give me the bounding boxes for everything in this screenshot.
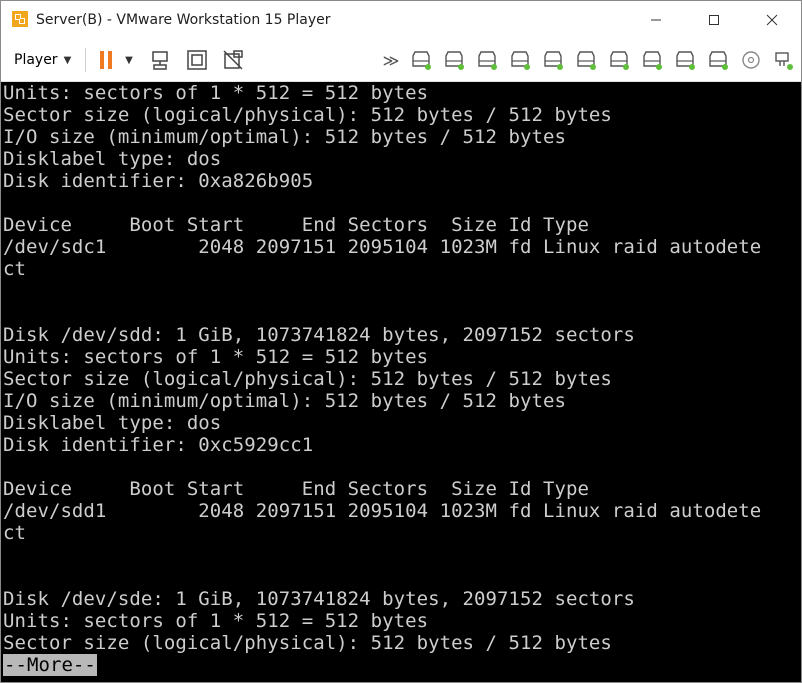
console-line: Units: sectors of 1 * 512 = 512 bytes	[3, 82, 429, 104]
title-bar[interactable]: Server(B) - VMware Workstation 15 Player	[1, 1, 801, 39]
vmware-player-window: Server(B) - VMware Workstation 15 Player…	[0, 0, 802, 683]
minimize-button[interactable]	[633, 1, 679, 39]
close-button[interactable]	[749, 1, 795, 39]
device-hdd-8[interactable]	[640, 48, 664, 72]
hdd-icon	[676, 51, 695, 70]
toolbar-divider	[85, 48, 86, 72]
vm-console[interactable]: Units: sectors of 1 * 512 = 512 bytes Se…	[1, 82, 801, 682]
device-hdd-2[interactable]	[442, 48, 466, 72]
device-hdd-9[interactable]	[673, 48, 697, 72]
device-hdd-6[interactable]	[574, 48, 598, 72]
console-line: /dev/sdc1 2048 2097151 2095104 1023M fd …	[3, 236, 762, 258]
unity-button[interactable]	[221, 48, 245, 72]
more-prompt-line: --More--	[3, 654, 97, 676]
device-usb[interactable]	[771, 48, 795, 72]
console-line: /dev/sdd1 2048 2097151 2095104 1023M fd …	[3, 500, 762, 522]
console-line: Device Boot Start End Sectors Size Id Ty…	[3, 478, 589, 500]
pause-button[interactable]	[95, 48, 119, 72]
chevron-down-icon: ▼	[63, 54, 72, 66]
console-line: I/O size (minimum/optimal): 512 bytes / …	[3, 126, 566, 148]
close-icon	[766, 14, 778, 26]
hdd-icon	[445, 51, 464, 70]
device-hdd-7[interactable]	[607, 48, 631, 72]
minimize-icon	[651, 19, 661, 21]
hdd-icon	[478, 51, 497, 70]
maximize-button[interactable]	[691, 1, 737, 39]
device-hdd-10[interactable]	[706, 48, 730, 72]
console-line: I/O size (minimum/optimal): 512 bytes / …	[3, 390, 566, 412]
more-devices-button[interactable]: ≫	[379, 48, 403, 72]
console-line: Disk /dev/sde: 1 GiB, 1073741824 bytes, …	[3, 588, 635, 610]
hdd-icon	[709, 51, 728, 70]
chevron-down-icon: ▼	[125, 54, 133, 66]
console-line: Disklabel type: dos	[3, 148, 222, 170]
more-devices-icon: ≫	[382, 50, 400, 70]
device-hdd-4[interactable]	[508, 48, 532, 72]
hdd-icon	[610, 51, 629, 70]
device-hdd-5[interactable]	[541, 48, 565, 72]
console-line: Device Boot Start End Sectors Size Id Ty…	[3, 214, 589, 236]
device-hdd-3[interactable]	[475, 48, 499, 72]
player-menu-label: Player	[14, 52, 58, 68]
console-line: Sector size (logical/physical): 512 byte…	[3, 632, 612, 654]
console-line: ct	[3, 522, 26, 544]
hdd-icon	[544, 51, 563, 70]
send-ctrl-alt-del-button[interactable]	[149, 48, 173, 72]
maximize-icon	[709, 15, 719, 25]
console-line: Sector size (logical/physical): 512 byte…	[3, 104, 612, 126]
pause-dropdown-button[interactable]: ▼	[121, 48, 137, 72]
hdd-icon	[643, 51, 662, 70]
unity-icon	[223, 50, 243, 70]
cd-icon	[742, 51, 760, 69]
vmware-app-icon	[12, 11, 28, 27]
hdd-icon	[577, 51, 596, 70]
pause-icon	[100, 51, 112, 69]
device-hdd-1[interactable]	[409, 48, 433, 72]
console-line: Units: sectors of 1 * 512 = 512 bytes	[3, 610, 429, 632]
console-line: ct	[3, 258, 26, 280]
more-prompt: --More--	[3, 654, 97, 676]
console-line: Disk identifier: 0xa826b905	[3, 170, 314, 192]
console-line: Disk identifier: 0xc5929cc1	[3, 434, 314, 456]
player-menu-button[interactable]: Player ▼	[8, 48, 77, 72]
console-line: Disk /dev/sdd: 1 GiB, 1073741824 bytes, …	[3, 324, 635, 346]
fit-guest-button[interactable]	[185, 48, 209, 72]
hdd-icon	[412, 51, 431, 70]
window-title: Server(B) - VMware Workstation 15 Player	[36, 12, 331, 28]
console-line: Sector size (logical/physical): 512 byte…	[3, 368, 612, 390]
console-line: Disklabel type: dos	[3, 412, 222, 434]
device-cd[interactable]	[739, 48, 763, 72]
console-line: Units: sectors of 1 * 512 = 512 bytes	[3, 346, 429, 368]
usb-icon	[775, 52, 793, 70]
send-ctrl-alt-del-icon	[152, 51, 168, 70]
hdd-icon	[511, 51, 530, 70]
fit-guest-icon	[187, 50, 207, 70]
toolbar: Player ▼ ▼ ≫	[1, 39, 801, 82]
